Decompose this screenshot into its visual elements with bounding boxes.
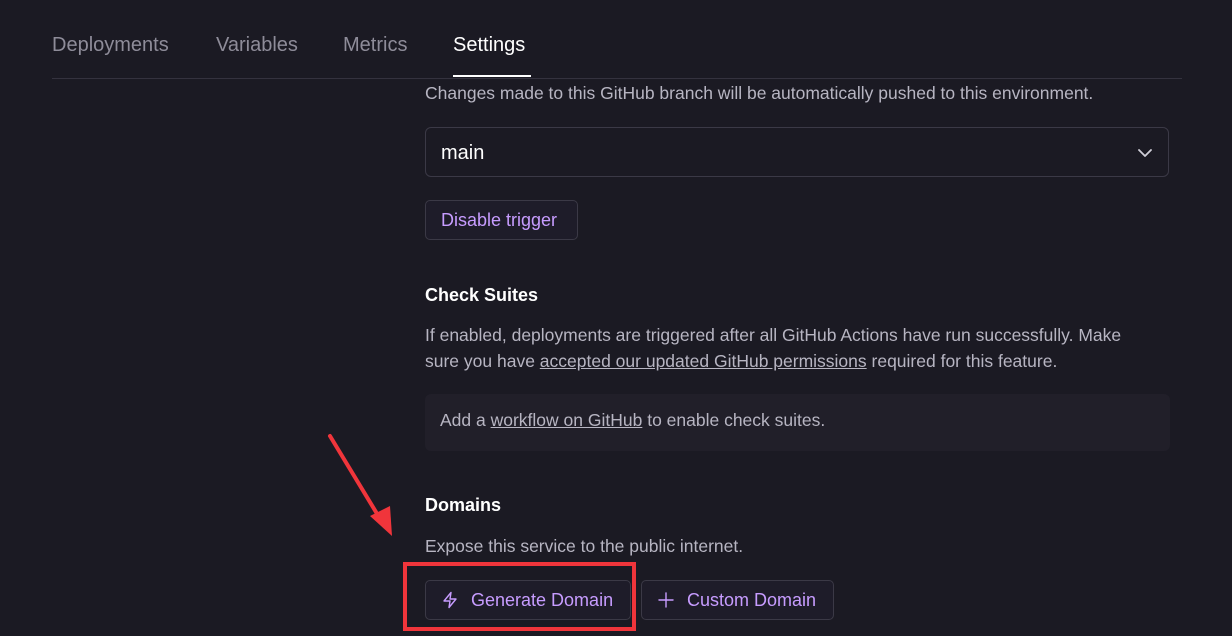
- permissions-link[interactable]: accepted our updated GitHub permissions: [540, 351, 867, 371]
- check-suites-info-box: Add a workflow on GitHub to enable check…: [425, 394, 1170, 451]
- domains-title: Domains: [425, 495, 502, 515]
- branch-select[interactable]: main: [425, 127, 1169, 177]
- chevron-down-icon: [1138, 149, 1152, 157]
- custom-domain-button[interactable]: Custom Domain: [641, 580, 834, 620]
- annotation-highlight-box: [403, 562, 636, 631]
- active-tab-indicator: [453, 75, 531, 77]
- check-suites-desc-suffix: required for this feature.: [866, 351, 1058, 371]
- disable-trigger-button[interactable]: Disable trigger: [425, 200, 578, 240]
- annotation-arrow-icon: [328, 434, 392, 536]
- custom-domain-label: Custom Domain: [687, 589, 817, 610]
- plus-icon: [658, 592, 674, 608]
- info-suffix: to enable check suites.: [642, 410, 826, 430]
- check-suites-title: Check Suites: [425, 285, 539, 305]
- check-suites-desc-prefix: sure you have: [425, 351, 540, 371]
- check-suites-desc-line1: If enabled, deployments are triggered af…: [425, 325, 1122, 345]
- domains-description: Expose this service to the public intern…: [425, 536, 744, 556]
- tab-bar: Deployments Variables Metrics Settings: [52, 0, 1182, 79]
- tab-metrics[interactable]: Metrics: [343, 34, 407, 57]
- branch-select-value: main: [441, 142, 485, 164]
- trigger-description: Changes made to this GitHub branch will …: [425, 83, 1094, 103]
- workflow-link[interactable]: workflow on GitHub: [491, 410, 643, 430]
- tab-deployments[interactable]: Deployments: [52, 34, 169, 57]
- info-prefix: Add a: [440, 410, 491, 430]
- tab-variables[interactable]: Variables: [216, 34, 298, 57]
- check-suites-desc-line2: sure you have accepted our updated GitHu…: [425, 348, 1185, 374]
- info-text: Add a workflow on GitHub to enable check…: [440, 410, 825, 431]
- tab-settings[interactable]: Settings: [453, 34, 525, 57]
- check-suites-description: If enabled, deployments are triggered af…: [425, 322, 1185, 374]
